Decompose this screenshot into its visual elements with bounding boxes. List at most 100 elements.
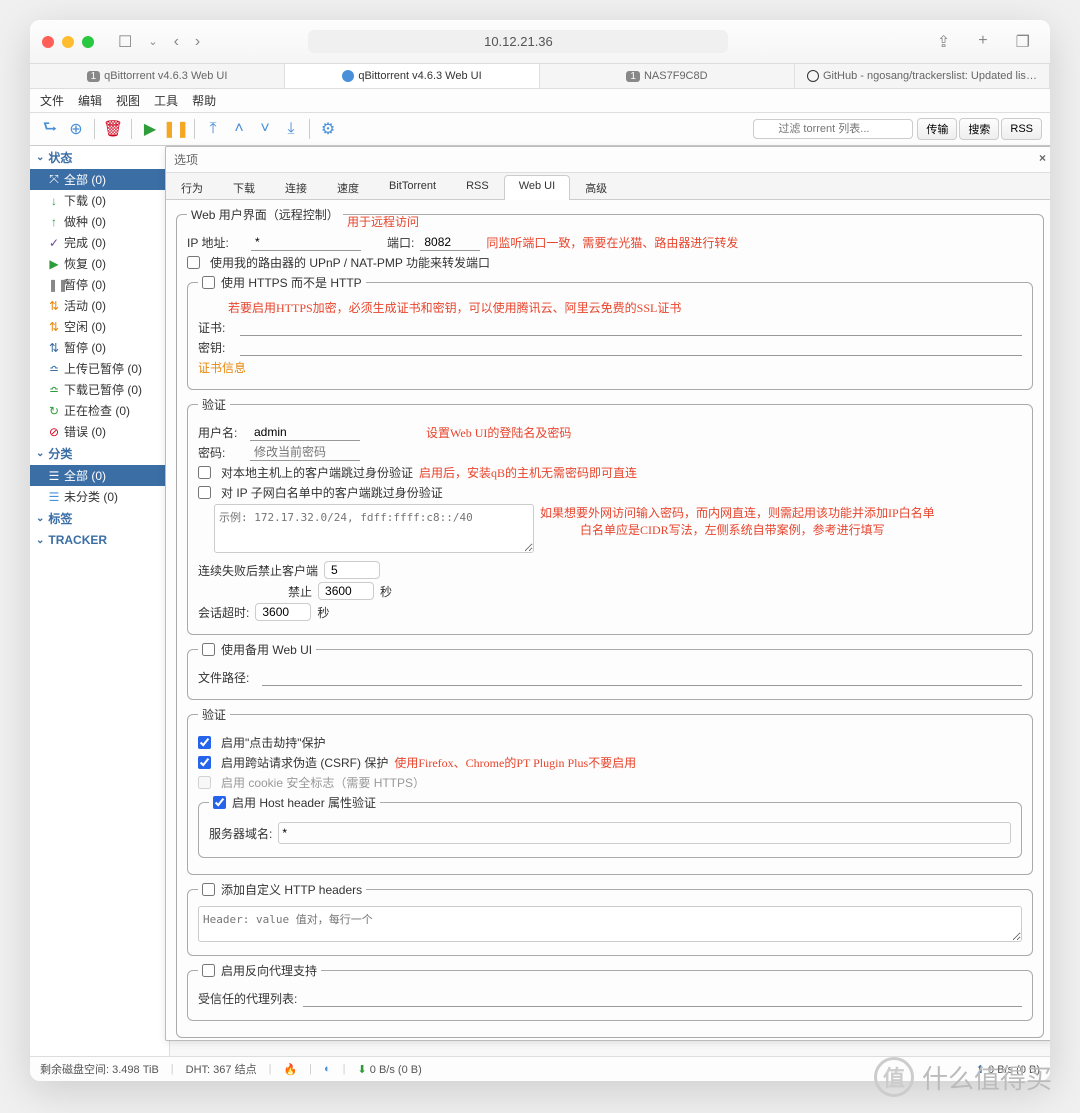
move-top-icon[interactable]: ⤒ [201, 117, 225, 141]
custom-headers-checkbox[interactable] [202, 883, 215, 896]
add-link-icon[interactable]: ⮑ [38, 117, 62, 141]
username-input[interactable] [250, 424, 360, 441]
sidebar-item[interactable]: ↑做种 (0) [30, 211, 169, 232]
move-bottom-icon[interactable]: ⤓ [279, 117, 303, 141]
settings-icon[interactable]: ⚙ [316, 117, 340, 141]
options-tab[interactable]: 速度 [322, 175, 374, 200]
url-bar[interactable]: 10.12.21.36 [308, 30, 728, 53]
sidebar-item[interactable]: ≏下载已暂停 (0) [30, 379, 169, 400]
tab-transfers[interactable]: 传输 [917, 118, 957, 140]
fieldset-https: 使用 HTTPS 而不是 HTTP 若要启用HTTPS加密，必须生成证书和密钥，… [187, 274, 1033, 390]
cert-info-link[interactable]: 证书信息 [198, 359, 246, 376]
ban-for-input[interactable] [318, 582, 374, 600]
proxy-list-input[interactable] [303, 990, 1022, 1007]
note: 同监听端口一致，需要在光猫、路由器进行转发 [486, 234, 738, 251]
sidebar-item[interactable]: ⇅空闲 (0) [30, 316, 169, 337]
add-torrent-icon[interactable]: ⊕ [64, 117, 88, 141]
sidebar-item[interactable]: ❚❚暂停 (0) [30, 274, 169, 295]
session-timeout-input[interactable] [255, 603, 311, 621]
sidebar-item[interactable]: ⊘错误 (0) [30, 421, 169, 442]
alt-webui-checkbox[interactable] [202, 643, 215, 656]
sidebar-item[interactable]: ✓完成 (0) [30, 232, 169, 253]
options-tab[interactable]: 行为 [166, 175, 218, 200]
sidebar-item[interactable]: ↻正在检查 (0) [30, 400, 169, 421]
sidebar-item[interactable]: ☰未分类 (0) [30, 486, 169, 507]
menu-tools[interactable]: 工具 [154, 92, 178, 109]
sidebar-item[interactable]: ≏上传已暂停 (0) [30, 358, 169, 379]
ban-fail-input[interactable] [324, 561, 380, 579]
reverse-proxy-checkbox[interactable] [202, 964, 215, 977]
sidebar-toggle-icon[interactable]: ☐ [110, 28, 140, 56]
browser-tab[interactable]: 1qBittorrent v4.6.3 Web UI [30, 64, 285, 88]
sidebar-header-tags[interactable]: ⌄标签 [30, 507, 169, 530]
ip-input[interactable] [251, 234, 361, 251]
move-up-icon[interactable]: ˄ [227, 117, 251, 141]
browser-tab[interactable]: GitHub - ngosang/trackerslist: Updated l… [795, 64, 1050, 88]
upnp-checkbox[interactable] [187, 256, 200, 269]
bypass-local-checkbox[interactable] [198, 466, 211, 479]
tab-rss[interactable]: RSS [1001, 118, 1042, 140]
alt-webui-path-input[interactable] [262, 669, 1022, 686]
sidebar-header-category[interactable]: ⌄分类 [30, 442, 169, 465]
options-tab[interactable]: RSS [451, 175, 504, 200]
start-icon[interactable]: ▶ [138, 117, 162, 141]
sidebar-item[interactable]: ⇅暂停 (0) [30, 337, 169, 358]
filter-input[interactable] [753, 119, 913, 139]
watermark: 值 什么值得买 [874, 1057, 1052, 1097]
bypass-subnet-checkbox[interactable] [198, 486, 211, 499]
fieldset-reverse-proxy: 启用反向代理支持 受信任的代理列表: [187, 962, 1033, 1021]
status-icon: ⇅ [48, 320, 60, 334]
sidebar-header-status[interactable]: ⌄状态 [30, 146, 169, 169]
connection-icon[interactable]: ◐ [324, 1063, 331, 1075]
browser-tab[interactable]: qBittorrent v4.6.3 Web UI [285, 64, 540, 88]
options-tab[interactable]: 高级 [570, 175, 622, 200]
options-tab[interactable]: Web UI [504, 175, 570, 200]
forward-icon[interactable]: › [187, 29, 208, 55]
menu-edit[interactable]: 编辑 [78, 92, 102, 109]
move-down-icon[interactable]: ˅ [253, 117, 277, 141]
menu-help[interactable]: 帮助 [192, 92, 216, 109]
minimize-icon[interactable] [62, 36, 74, 48]
delete-icon[interactable]: 🗑 [101, 117, 125, 141]
back-icon[interactable]: ‹ [166, 29, 187, 55]
subnet-textarea[interactable] [214, 504, 534, 553]
window-controls [42, 36, 94, 48]
password-input[interactable] [250, 444, 360, 461]
csrf-checkbox[interactable] [198, 756, 211, 769]
browser-tab[interactable]: 1NAS7F9C8D [540, 64, 795, 88]
close-icon[interactable] [42, 36, 54, 48]
close-icon[interactable]: × [1039, 151, 1046, 168]
dialog-title: 选项 [174, 151, 198, 168]
tab-search[interactable]: 搜索 [959, 118, 999, 140]
clickjack-checkbox[interactable] [198, 736, 211, 749]
key-input[interactable] [240, 339, 1022, 356]
pause-icon[interactable]: ❚❚ [164, 117, 188, 141]
options-tab[interactable]: 下载 [218, 175, 270, 200]
sidebar-item[interactable]: ↓下载 (0) [30, 190, 169, 211]
sidebar-item[interactable]: ⤧全部 (0) [30, 169, 169, 190]
server-domain-input[interactable] [278, 822, 1011, 844]
menu-file[interactable]: 文件 [40, 92, 64, 109]
custom-headers-textarea[interactable] [198, 906, 1022, 942]
status-icon: ≏ [48, 383, 60, 397]
chevron-down-icon[interactable]: ⌄ [140, 31, 165, 52]
options-tab[interactable]: 连接 [270, 175, 322, 200]
alt-speed-icon[interactable]: 🔥 [283, 1063, 297, 1076]
cert-input[interactable] [240, 319, 1022, 336]
share-icon[interactable]: ⇪ [929, 28, 958, 56]
sidebar-item[interactable]: ▶恢复 (0) [30, 253, 169, 274]
host-header-checkbox[interactable] [213, 796, 226, 809]
port-input[interactable] [420, 234, 480, 251]
menu-view[interactable]: 视图 [116, 92, 140, 109]
sidebar-header-tracker[interactable]: ⌄TRACKER [30, 530, 169, 550]
new-tab-icon[interactable]: + [970, 28, 995, 56]
maximize-icon[interactable] [82, 36, 94, 48]
https-checkbox[interactable] [202, 276, 215, 289]
tabs-icon[interactable]: ❐ [1008, 28, 1038, 56]
status-icon: ↓ [48, 194, 60, 208]
app-menubar: 文件 编辑 视图 工具 帮助 [30, 89, 1050, 113]
sidebar-item[interactable]: ☰全部 (0) [30, 465, 169, 486]
options-tab[interactable]: BitTorrent [374, 175, 451, 200]
status-icon: ✓ [48, 236, 60, 250]
sidebar-item[interactable]: ⇅活动 (0) [30, 295, 169, 316]
